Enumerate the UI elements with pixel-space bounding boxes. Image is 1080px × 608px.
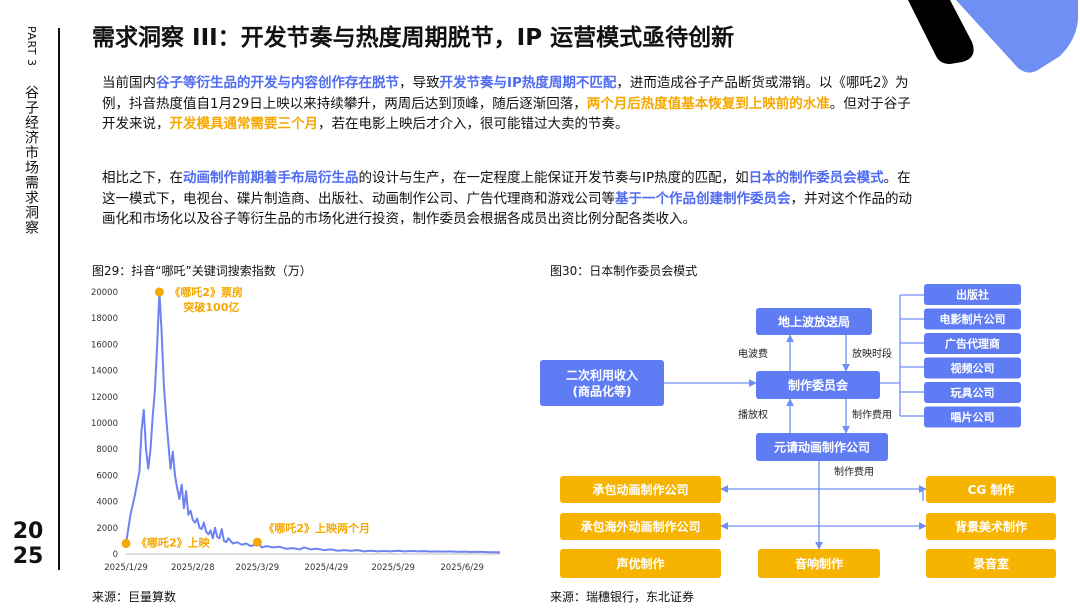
label-broadcast-rights: 播放权 [738,408,768,421]
committee-box-label: 制作委员会 [788,377,849,392]
para2-run: 的设计与生产，在一定程度上能保证开发节奏与IP热度的匹配，如 [358,170,749,186]
x-tick-label: 2025/6/29 [440,563,484,573]
x-tick-label: 2025/1/29 [104,563,148,573]
overseas-subcontract-box-label: 承包海外动画制作公司 [580,519,700,534]
keyword-search-index-chart: 0 2000 4000 6000 8000 10000 12000 14000 16000 180… [91,285,501,573]
para2-run: 日本的制作委员会模式 [748,170,884,186]
para1-run: 开发节奏与IP热度周期不匹配 [439,75,617,91]
release-annotation: 《哪吒2》上映 [136,536,211,550]
part-label: PART 3 [25,26,38,67]
cg-production-box-label: CG 制作 [968,482,1015,497]
search-index-line [125,291,501,554]
paragraph-2: 相比之下，在动画制作前期着手布局衍生品的设计与生产，在一定程度上能保证开发节奏与… [102,168,912,230]
secondary-income-box [540,360,664,406]
y-tick-label: 18000 [91,314,118,324]
para1-run: 两个月后热度值基本恢复到上映前的水准 [586,95,830,112]
label-radio-fee: 电波费 [738,347,768,360]
label-production-fee-2: 制作费用 [834,465,874,478]
peak-annotation-line1: 《哪吒2》票房 [169,285,243,299]
member-box-6-label: 唱片公司 [951,410,995,424]
y-tick-label: 16000 [91,340,118,350]
para2-run: 相比之下，在 [102,170,183,186]
para2-run: 动画制作前期着手布局衍生品 [183,170,359,186]
prime-contractor-box-label: 元请动画制作公司 [774,439,870,454]
two-months-marker [252,537,262,547]
label-air-slot: 放映时段 [852,347,892,360]
recording-studio-box-label: 录音室 [973,556,1009,571]
para1-run: ，导致 [399,75,440,91]
para1-run: 谷子等衍生品的开发与内容创作存在脱节 [156,75,399,91]
figure-30-caption: 图30：日本制作委员会模式 [550,264,698,278]
para1-run: 当前国内 [102,75,156,91]
y-tick-label: 0 [113,550,118,560]
member-box-2-label: 电影制片公司 [940,312,1006,326]
y-tick-label: 20000 [91,288,118,298]
figure-29-source: 来源：巨量算数 [92,590,177,604]
y-tick-label: 2000 [96,524,118,534]
x-tick-label: 2025/4/29 [305,563,349,573]
peak-marker [154,287,164,297]
y-tick-label: 6000 [96,471,118,481]
two-months-annotation: 《哪吒2》上映两个月 [263,521,370,535]
y-tick-label: 10000 [91,419,118,429]
secondary-income-box-label: 二次利用收入 [566,367,638,382]
section-title: 谷子经济市场需求洞察 [23,85,39,236]
figure-29-caption: 图29：抖音“哪吒”关键词搜索指数（万） [92,264,312,278]
sound-production-box-label: 音响制作 [795,556,843,571]
side-divider [58,28,60,570]
member-box-4-label: 视频公司 [951,361,995,375]
black-stripe-shape [908,0,974,64]
member-box-1-label: 出版社 [956,287,989,301]
para2-run: 基于一个作品创建制作委员会 [615,190,791,207]
label-production-fee-1: 制作费用 [852,408,892,421]
background-art-box-label: 背景美术制作 [955,519,1027,534]
production-committee-diagram: 地上波放送局制作委员会 二次利用收入(商品化等) 元请动画制作公司 出版社电影制片公司… [540,284,1056,578]
year-bottom: 25 [12,544,44,569]
x-tick-label: 2025/5/29 [371,563,415,573]
subcontract-studio-box-label: 承包动画制作公司 [592,482,688,497]
y-tick-label: 8000 [96,445,118,455]
blue-stripe-shape [956,0,1078,73]
corner-decoration [908,0,1078,73]
y-tick-label: 14000 [91,367,118,377]
y-tick-label: 12000 [91,393,118,403]
figure-30-source: 来源：瑞穗银行，东北证券 [550,590,695,604]
page-title: 需求洞察 III：开发节奏与热度周期脱节，IP 运营模式亟待创新 [92,25,735,51]
x-tick-label: 2025/2/28 [171,563,215,573]
voice-production-box-label: 声优制作 [615,556,664,571]
section-label: PART 3 谷子经济市场需求洞察 [22,26,40,235]
para1-run: ，若在电影上映后才介入，很可能错过大卖的节奏。 [318,116,629,132]
broadcaster-box-label: 地上波放送局 [778,314,850,329]
member-box-5-label: 玩具公司 [951,386,995,399]
year-top: 20 [12,519,44,544]
secondary-income-box-label: (商品化等) [573,383,632,398]
para1-run: 开发模具通常需要三个月 [169,116,319,132]
paragraph-1: 当前国内谷子等衍生品的开发与内容创作存在脱节，导致开发节奏与IP热度周期不匹配 ，… [102,73,912,135]
member-box-3-label: 广告代理商 [945,336,1000,350]
x-tick-label: 2025/3/29 [236,563,280,573]
peak-annotation-line2: 突破100亿 [183,300,239,314]
y-tick-label: 4000 [96,498,118,508]
release-marker [121,539,131,549]
